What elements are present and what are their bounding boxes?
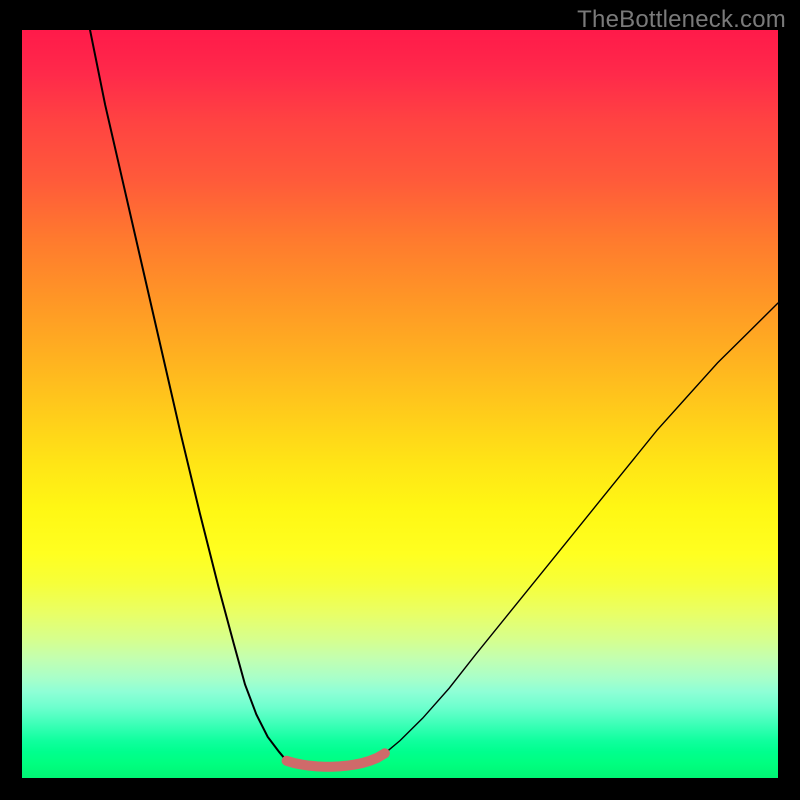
plot-area [22, 30, 778, 778]
watermark-text: TheBottleneck.com [577, 6, 786, 34]
curve-overlay [22, 30, 778, 778]
curve-trough-highlight [287, 753, 385, 766]
curve-right-branch [385, 303, 778, 753]
chart-stage: TheBottleneck.com [0, 0, 800, 800]
curve-left-branch [90, 30, 287, 761]
